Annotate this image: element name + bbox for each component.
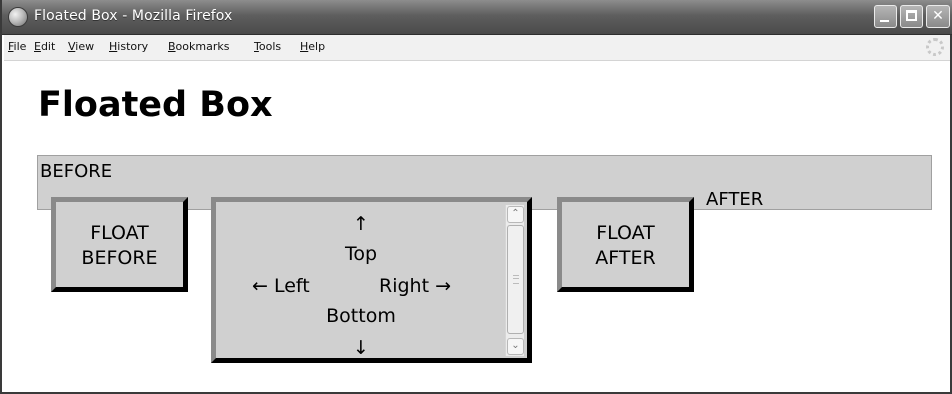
- page-content: Floated Box BEFORE AFTER FLOAT BEFORE ↑ …: [4, 61, 950, 392]
- float-after-box: FLOAT AFTER: [557, 197, 694, 292]
- loading-throbber-icon: [926, 38, 944, 56]
- maximize-icon: [906, 10, 917, 21]
- scroll-down-button[interactable]: ⌄: [507, 338, 524, 355]
- scrollable-center-box[interactable]: ↑ Top ← Left Right → Bottom ↓ ⌃ ⌄: [211, 197, 532, 363]
- down-arrow-icon: ↓: [353, 337, 369, 359]
- menu-bar: File Edit View History Bookmarks Tools H…: [4, 35, 950, 61]
- menu-history[interactable]: History: [109, 40, 148, 53]
- window-title: Floated Box - Mozilla Firefox: [34, 8, 233, 24]
- firefox-icon: [8, 7, 28, 27]
- browser-window: Floated Box - Mozilla Firefox ✕ File Edi…: [0, 0, 952, 394]
- chevron-up-icon: ⌃: [511, 208, 520, 219]
- menu-file[interactable]: File: [8, 40, 26, 53]
- menu-tools[interactable]: Tools: [254, 40, 281, 53]
- float-before-line1: FLOAT: [90, 222, 149, 244]
- scrollbar-thumb[interactable]: [507, 225, 524, 334]
- grip-icon: [513, 275, 519, 284]
- float-after-line2: AFTER: [595, 247, 656, 269]
- float-before-box: FLOAT BEFORE: [51, 197, 188, 292]
- page-title: Floated Box: [38, 85, 273, 125]
- scroll-up-button[interactable]: ⌃: [507, 206, 524, 223]
- chevron-down-icon: ⌄: [511, 340, 520, 351]
- top-label: Top: [344, 243, 378, 265]
- menu-bookmarks[interactable]: Bookmarks: [168, 40, 229, 53]
- title-bar[interactable]: Floated Box - Mozilla Firefox ✕: [2, 0, 952, 35]
- before-text: BEFORE: [40, 161, 113, 182]
- close-icon: ✕: [932, 8, 944, 24]
- menu-help[interactable]: Help: [300, 40, 325, 53]
- up-arrow-icon: ↑: [353, 213, 369, 235]
- float-before-line2: BEFORE: [81, 247, 158, 269]
- left-label: ← Left: [252, 275, 310, 297]
- right-label: Right →: [379, 275, 451, 297]
- after-text: AFTER: [706, 189, 764, 210]
- close-button[interactable]: ✕: [926, 5, 950, 28]
- menu-view[interactable]: View: [68, 40, 94, 53]
- minimize-icon: [880, 20, 889, 22]
- minimize-button[interactable]: [874, 5, 897, 28]
- maximize-button[interactable]: [900, 5, 923, 28]
- bottom-label: Bottom: [326, 305, 396, 327]
- float-after-line1: FLOAT: [596, 222, 655, 244]
- menu-edit[interactable]: Edit: [34, 40, 55, 53]
- vertical-scrollbar[interactable]: ⌃ ⌄: [505, 205, 524, 356]
